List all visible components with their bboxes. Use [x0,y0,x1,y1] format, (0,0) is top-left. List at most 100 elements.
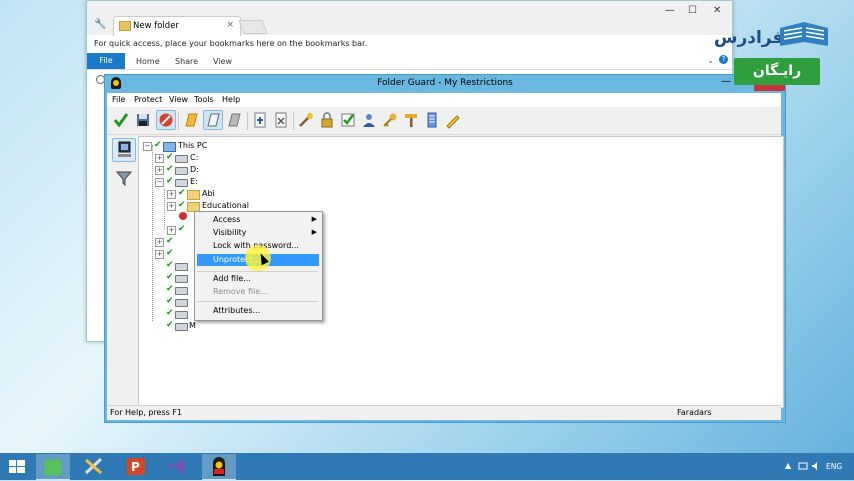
tree-connector [152,145,154,321]
help-icon[interactable]: ? [719,55,728,64]
check-icon: ✔ [166,308,174,318]
explorer-tab-label: New folder [133,21,179,31]
hammer-icon[interactable] [402,111,420,129]
bookmark-bar-text: For quick access, place your bookmarks h… [94,39,368,48]
explorer-tab[interactable]: New folder × [113,16,241,36]
check-icon: ✔ [166,164,174,174]
view-sidebar [109,136,138,406]
stop-icon[interactable] [156,110,176,130]
user-icon[interactable] [360,111,378,129]
tab-close-icon[interactable]: × [226,20,234,30]
menu-item-access[interactable]: Access [213,215,240,224]
powerpoint-icon[interactable]: P [119,454,153,479]
check-icon: ✔ [166,260,174,270]
explorer-titlebar: 🔧 New folder × — ☐ ✕ [87,1,732,36]
ribbon-view-tab[interactable]: View [213,57,232,66]
save-icon[interactable] [134,111,152,129]
check-icon: ✔ [166,248,174,258]
drive-icon [175,167,188,175]
expand-icon[interactable]: + [167,190,176,199]
volume-icon[interactable] [811,461,821,471]
tree-label: E: [190,177,198,186]
brand-logo-text: فرادرس [714,28,784,48]
checklist-icon[interactable] [339,111,357,129]
new-tab-button[interactable] [238,20,268,34]
menu-bar: File Protect View Tools Help [107,93,781,107]
submenu-arrow-icon: ▶ [311,228,317,236]
toolbar-separator [178,112,179,130]
menu-item-attributes[interactable]: Attributes... [213,306,260,315]
menu-separator [197,271,318,272]
clover-icon[interactable] [36,454,70,481]
ribbon-home-tab[interactable]: Home [136,57,160,66]
submenu-arrow-icon: ▶ [311,215,317,223]
tree-label: Educational [202,201,249,210]
expand-icon[interactable]: + [155,250,164,259]
lock-icon[interactable] [318,111,336,129]
chevron-down-icon[interactable]: ⌄ [707,56,714,65]
wrench-icon[interactable]: 🔧 [94,19,106,30]
check-icon: ✔ [154,140,162,150]
taskbar: P ▲ ENG [0,453,854,481]
wizard-icon[interactable] [297,111,315,129]
drive-icon [175,323,188,331]
tree-connector [164,189,166,229]
tray-expand-icon[interactable]: ▲ [785,461,791,470]
menu-file[interactable]: File [112,95,125,104]
folder-shape-outline-icon[interactable] [203,110,223,130]
menu-item-visibility[interactable]: Visibility [213,228,247,237]
folder-guard-icon[interactable] [202,454,236,481]
expand-icon[interactable]: + [155,154,164,163]
folder-icon [187,190,200,200]
folder-shape-gray-icon[interactable] [225,111,243,129]
drive-icon [175,299,188,307]
close-button[interactable]: ✕ [713,5,721,16]
maximize-button[interactable]: ☐ [688,5,697,16]
remove-file-icon[interactable] [272,111,290,129]
expand-icon[interactable]: + [155,238,164,247]
menu-help[interactable]: Help [222,95,240,104]
language-indicator[interactable]: ENG [826,462,842,471]
menu-item-remove-file: Remove file... [213,287,268,296]
drive-icon [175,263,188,271]
add-file-icon[interactable] [251,111,269,129]
network-icon[interactable] [798,461,808,471]
check-icon: ✔ [178,224,186,234]
collapse-icon[interactable]: − [155,178,164,187]
folder-guard-titlebar: Folder Guard - My Restrictions — ☐ ✕ [105,75,785,92]
check-icon: ✔ [166,176,174,186]
ribbon-share-tab[interactable]: Share [175,57,198,66]
menu-protect[interactable]: Protect [134,95,162,104]
collapse-icon[interactable]: − [143,142,152,151]
apply-check-icon[interactable] [112,111,130,129]
status-bar: For Help, press F1 Faradars [107,405,781,420]
ribbon-file-tab[interactable]: File [87,53,125,69]
minimize-button[interactable]: — [665,5,675,16]
expand-icon[interactable]: + [167,226,176,235]
toolbar-separator [293,112,294,130]
filter-icon[interactable] [114,168,134,188]
pen-icon[interactable] [444,111,462,129]
expand-icon[interactable]: + [155,166,164,175]
visual-studio-icon[interactable] [160,454,194,479]
check-icon: ✔ [166,320,174,330]
expand-icon[interactable]: + [167,202,176,211]
folder-shape-icon[interactable] [182,111,200,129]
menu-view[interactable]: View [169,95,188,104]
check-icon: ✔ [166,152,174,162]
minimize-button[interactable]: — [721,76,731,87]
drive-icon [175,287,188,295]
key-icon[interactable] [381,111,399,129]
status-help-text: For Help, press F1 [110,408,183,417]
report-icon[interactable] [423,111,441,129]
svg-text:P: P [131,460,140,474]
tree-label: Abi [202,189,215,198]
menu-tools[interactable]: Tools [194,95,214,104]
computer-view-icon[interactable] [112,138,136,162]
tree-label: D: [190,165,199,174]
menu-item-add-file[interactable]: Add file... [213,274,251,283]
start-icon[interactable] [0,454,34,479]
tree-label: This PC [178,141,208,150]
tools-icon[interactable] [77,454,111,479]
check-icon: ✔ [166,296,174,306]
